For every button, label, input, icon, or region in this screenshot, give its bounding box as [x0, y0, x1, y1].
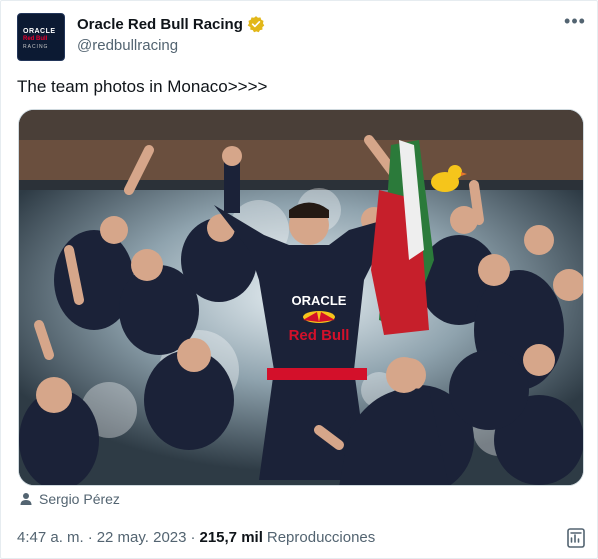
- tweet-text: The team photos in Monaco>>>>: [17, 77, 268, 96]
- views-count: 215,7 mil: [199, 529, 263, 546]
- author-display-name[interactable]: Oracle Red Bull Racing: [77, 16, 243, 33]
- jersey-text-1: ORACLE: [292, 293, 347, 308]
- avatar-text-1: ORACLE: [23, 28, 56, 35]
- author-handle[interactable]: @redbullracing: [77, 37, 178, 54]
- avatar-text-2: Red Bull: [23, 36, 48, 42]
- tagged-user[interactable]: Sergio Pérez: [19, 491, 120, 507]
- verified-badge-icon[interactable]: [247, 15, 265, 33]
- avatar-text-3: RACING: [23, 44, 49, 50]
- celebration-photo-illustration: ORACLE Red Bull: [19, 110, 583, 485]
- meta-separator: ·: [87, 529, 93, 546]
- tweet-card: ORACLE Red Bull RACING Oracle Red Bull R…: [0, 0, 598, 559]
- views-label: Reproducciones: [266, 529, 376, 546]
- author-name-row: Oracle Red Bull Racing: [77, 15, 265, 33]
- person-icon: [20, 493, 32, 505]
- more-options-icon[interactable]: •••: [563, 12, 587, 35]
- analytics-icon[interactable]: [565, 527, 587, 549]
- meta-separator-2: ·: [190, 529, 196, 546]
- tweet-photo[interactable]: ORACLE Red Bull: [18, 109, 584, 486]
- tagged-user-name: Sergio Pérez: [39, 491, 120, 507]
- jersey-text-2: Red Bull: [289, 327, 350, 344]
- author-avatar[interactable]: ORACLE Red Bull RACING: [17, 13, 65, 61]
- tweet-date[interactable]: 22 may. 2023: [97, 529, 187, 546]
- tweet-time[interactable]: 4:47 a. m.: [17, 529, 84, 546]
- tweet-meta: 4:47 a. m. · 22 may. 2023 · 215,7 mil Re…: [17, 529, 375, 546]
